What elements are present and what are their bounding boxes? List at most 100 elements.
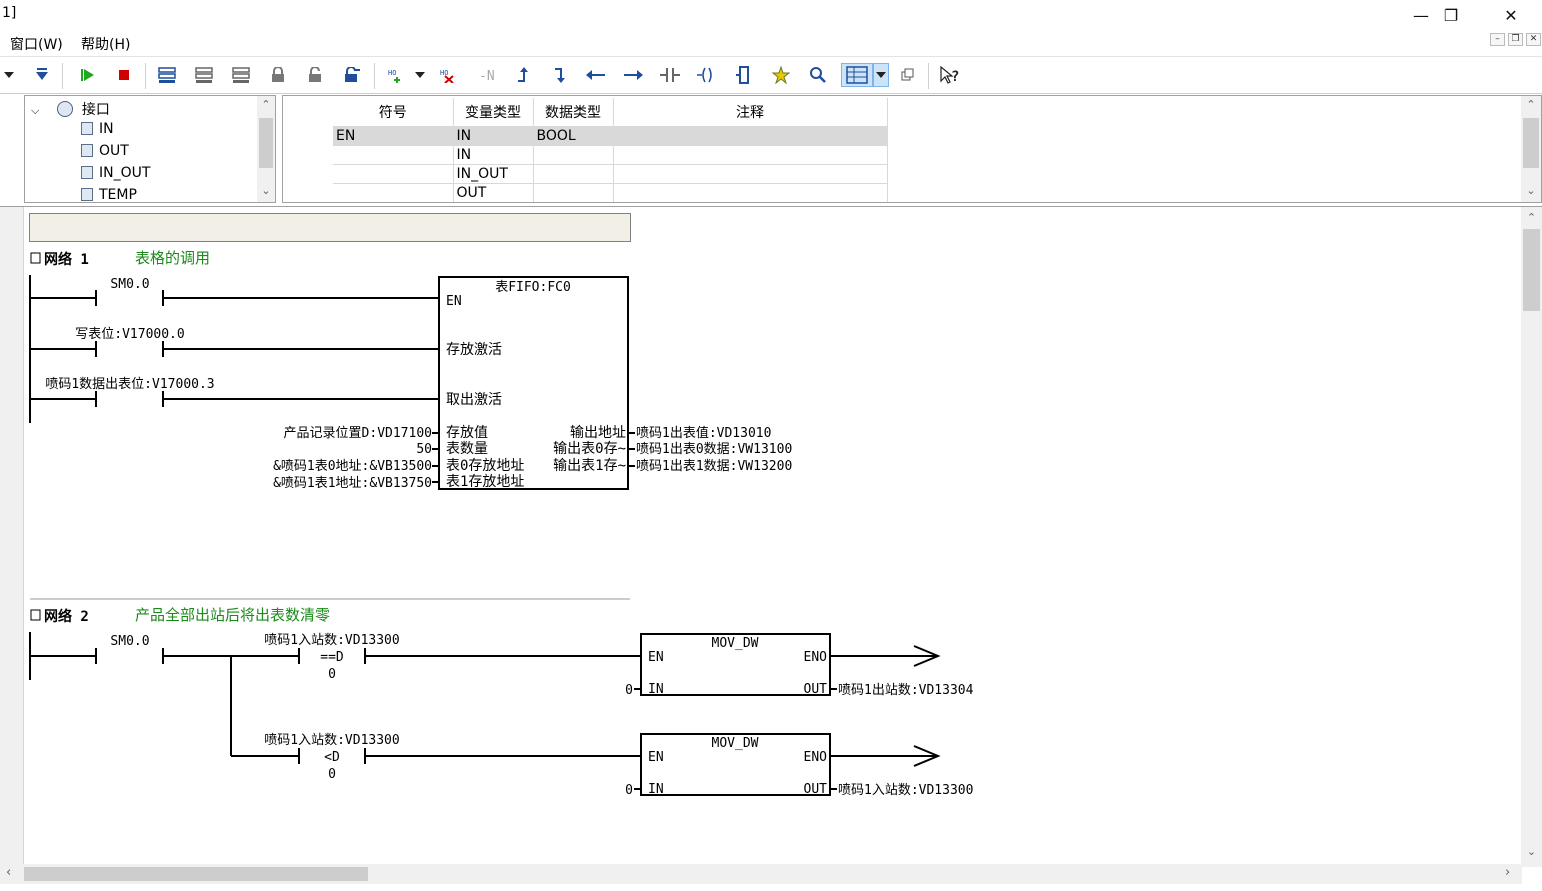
down-branch-icon[interactable]	[547, 63, 571, 87]
download-arrow-icon[interactable]	[30, 63, 54, 87]
tree-root[interactable]: ⌵ 接口	[31, 99, 110, 119]
cell-comment[interactable]	[613, 145, 888, 165]
scroll-right-icon[interactable]: ›	[1505, 865, 1510, 880]
left-line-icon[interactable]	[584, 63, 608, 87]
block-title[interactable]: MOV_DW	[712, 636, 759, 651]
help-pointer-icon[interactable]: ?	[938, 63, 962, 87]
menu-help[interactable]: 帮助(H)	[81, 34, 130, 54]
restore-icon[interactable]: ❐	[1428, 0, 1474, 30]
cell-comment[interactable]	[613, 183, 888, 202]
windows-icon[interactable]	[896, 63, 920, 87]
block-title[interactable]: 表FIFO:FC0	[495, 280, 571, 295]
up-branch-icon[interactable]	[510, 63, 534, 87]
output-operand[interactable]: 喷码1入站数:VD13300	[838, 783, 973, 798]
table-scrollbar[interactable]: ⌃ ⌄	[1521, 96, 1541, 202]
insert-network-icon[interactable]	[155, 63, 179, 87]
input-operand[interactable]: &喷码1表0地址:&VB13500	[273, 459, 432, 474]
header-symbol[interactable]: 符号	[333, 98, 454, 127]
output-operand[interactable]: 喷码1出表1数据:VW13200	[636, 459, 792, 474]
input-operand[interactable]: 产品记录位置D:VD17100	[284, 426, 432, 441]
cell-comment[interactable]	[613, 126, 888, 146]
cell-data-type[interactable]	[533, 183, 614, 202]
block-title[interactable]: MOV_DW	[712, 736, 759, 751]
mdi-restore-icon[interactable]: ❐	[1508, 33, 1523, 46]
input-operand[interactable]: 50	[416, 442, 432, 457]
contact-label[interactable]: SM0.0	[110, 277, 149, 292]
zoom-icon[interactable]	[806, 63, 830, 87]
mdi-close-icon[interactable]: ✕	[1526, 33, 1541, 46]
hscroll-thumb[interactable]	[24, 867, 368, 881]
tree-item-temp[interactable]: TEMP	[81, 187, 137, 202]
compare-operand[interactable]: 喷码1入站数:VD13300	[264, 633, 399, 648]
cell-var-type[interactable]: IN_OUT	[453, 164, 534, 184]
cell-var-type[interactable]: OUT	[453, 183, 534, 202]
delete-row-icon[interactable]: HO	[437, 63, 461, 87]
cell-symbol[interactable]: EN	[333, 126, 454, 146]
cell-var-type[interactable]: IN	[453, 145, 534, 165]
right-line-icon[interactable]	[621, 63, 645, 87]
table-row[interactable]: OUT	[333, 183, 888, 202]
table-row[interactable]: IN_OUT	[333, 164, 888, 184]
view-dropdown-icon[interactable]	[873, 63, 889, 87]
close-icon[interactable]: ✕	[1488, 0, 1534, 30]
editor-hscrollbar[interactable]: ‹ ›	[0, 864, 1522, 884]
protect-icon[interactable]	[340, 63, 364, 87]
cell-data-type[interactable]	[533, 145, 614, 165]
editor-scroll-thumb[interactable]	[1523, 229, 1540, 311]
scroll-up-icon[interactable]: ⌃	[1521, 211, 1542, 224]
scroll-down-icon[interactable]: ⌄	[1521, 845, 1542, 858]
header-comment[interactable]: 注释	[613, 98, 888, 127]
star-icon[interactable]	[769, 63, 793, 87]
cell-symbol[interactable]	[333, 183, 454, 202]
scroll-down-icon[interactable]: ⌄	[1521, 184, 1541, 197]
cell-data-type[interactable]	[533, 164, 614, 184]
tree-scrollbar[interactable]: ⌃ ⌄	[257, 96, 275, 202]
unlock-icon[interactable]	[303, 63, 327, 87]
compare-operand[interactable]: 喷码1入站数:VD13300	[264, 733, 399, 748]
lock-icon[interactable]	[266, 63, 290, 87]
network-icon[interactable]	[229, 63, 253, 87]
cell-data-type[interactable]: BOOL	[533, 126, 614, 146]
contact-icon[interactable]	[658, 63, 682, 87]
box-icon[interactable]	[732, 63, 756, 87]
network-2-comment[interactable]: 产品全部出站后将出表数清零	[135, 606, 330, 624]
header-var-type[interactable]: 变量类型	[453, 98, 534, 127]
header-data-type[interactable]: 数据类型	[533, 98, 614, 127]
menu-window[interactable]: 窗口(W)	[10, 34, 63, 54]
scroll-left-icon[interactable]: ‹	[6, 865, 11, 880]
insert-row-icon[interactable]: HO	[385, 63, 409, 87]
insert-dropdown-icon[interactable]	[413, 63, 427, 87]
contact-label[interactable]: 喷码1数据出表位:V17000.3	[45, 377, 214, 392]
coil-icon[interactable]	[695, 63, 719, 87]
input-operand[interactable]: &喷码1表1地址:&VB13750	[273, 476, 432, 491]
stop-icon[interactable]	[112, 63, 136, 87]
contact-label[interactable]: SM0.0	[110, 634, 149, 649]
network-1-comment[interactable]: 表格的调用	[135, 249, 210, 267]
cell-var-type[interactable]: IN	[453, 126, 534, 146]
compare-value[interactable]: 0	[328, 667, 336, 682]
table-view-icon[interactable]	[841, 63, 873, 87]
cell-symbol[interactable]	[333, 145, 454, 165]
output-operand[interactable]: 喷码1出表值:VD13010	[636, 425, 771, 441]
dropdown-arrow-icon[interactable]	[2, 63, 16, 87]
compare-value[interactable]: 0	[328, 767, 336, 782]
mdi-minimize-icon[interactable]: –	[1490, 33, 1505, 46]
table-row[interactable]: IN	[333, 145, 888, 165]
scroll-down-icon[interactable]: ⌄	[257, 184, 275, 197]
output-operand[interactable]: 喷码1出站数:VD13304	[838, 683, 974, 698]
table-scroll-thumb[interactable]	[1523, 118, 1539, 168]
scroll-up-icon[interactable]: ⌃	[1521, 98, 1541, 111]
scroll-up-icon[interactable]: ⌃	[257, 98, 275, 111]
tree-item-out[interactable]: OUT	[81, 143, 129, 159]
tree-item-in[interactable]: IN	[81, 121, 114, 137]
not-contact-icon[interactable]: -N-	[474, 63, 498, 87]
cell-symbol[interactable]	[333, 164, 454, 184]
collapse-chevron-icon[interactable]: ⌵	[31, 104, 45, 118]
input-operand[interactable]: 0	[625, 783, 633, 798]
run-icon[interactable]	[75, 63, 99, 87]
input-operand[interactable]: 0	[625, 683, 633, 698]
tree-scroll-thumb[interactable]	[259, 118, 273, 168]
cell-comment[interactable]	[613, 164, 888, 184]
editor-vscrollbar[interactable]: ⌃ ⌄	[1521, 207, 1542, 867]
output-operand[interactable]: 喷码1出表0数据:VW13100	[636, 442, 792, 457]
